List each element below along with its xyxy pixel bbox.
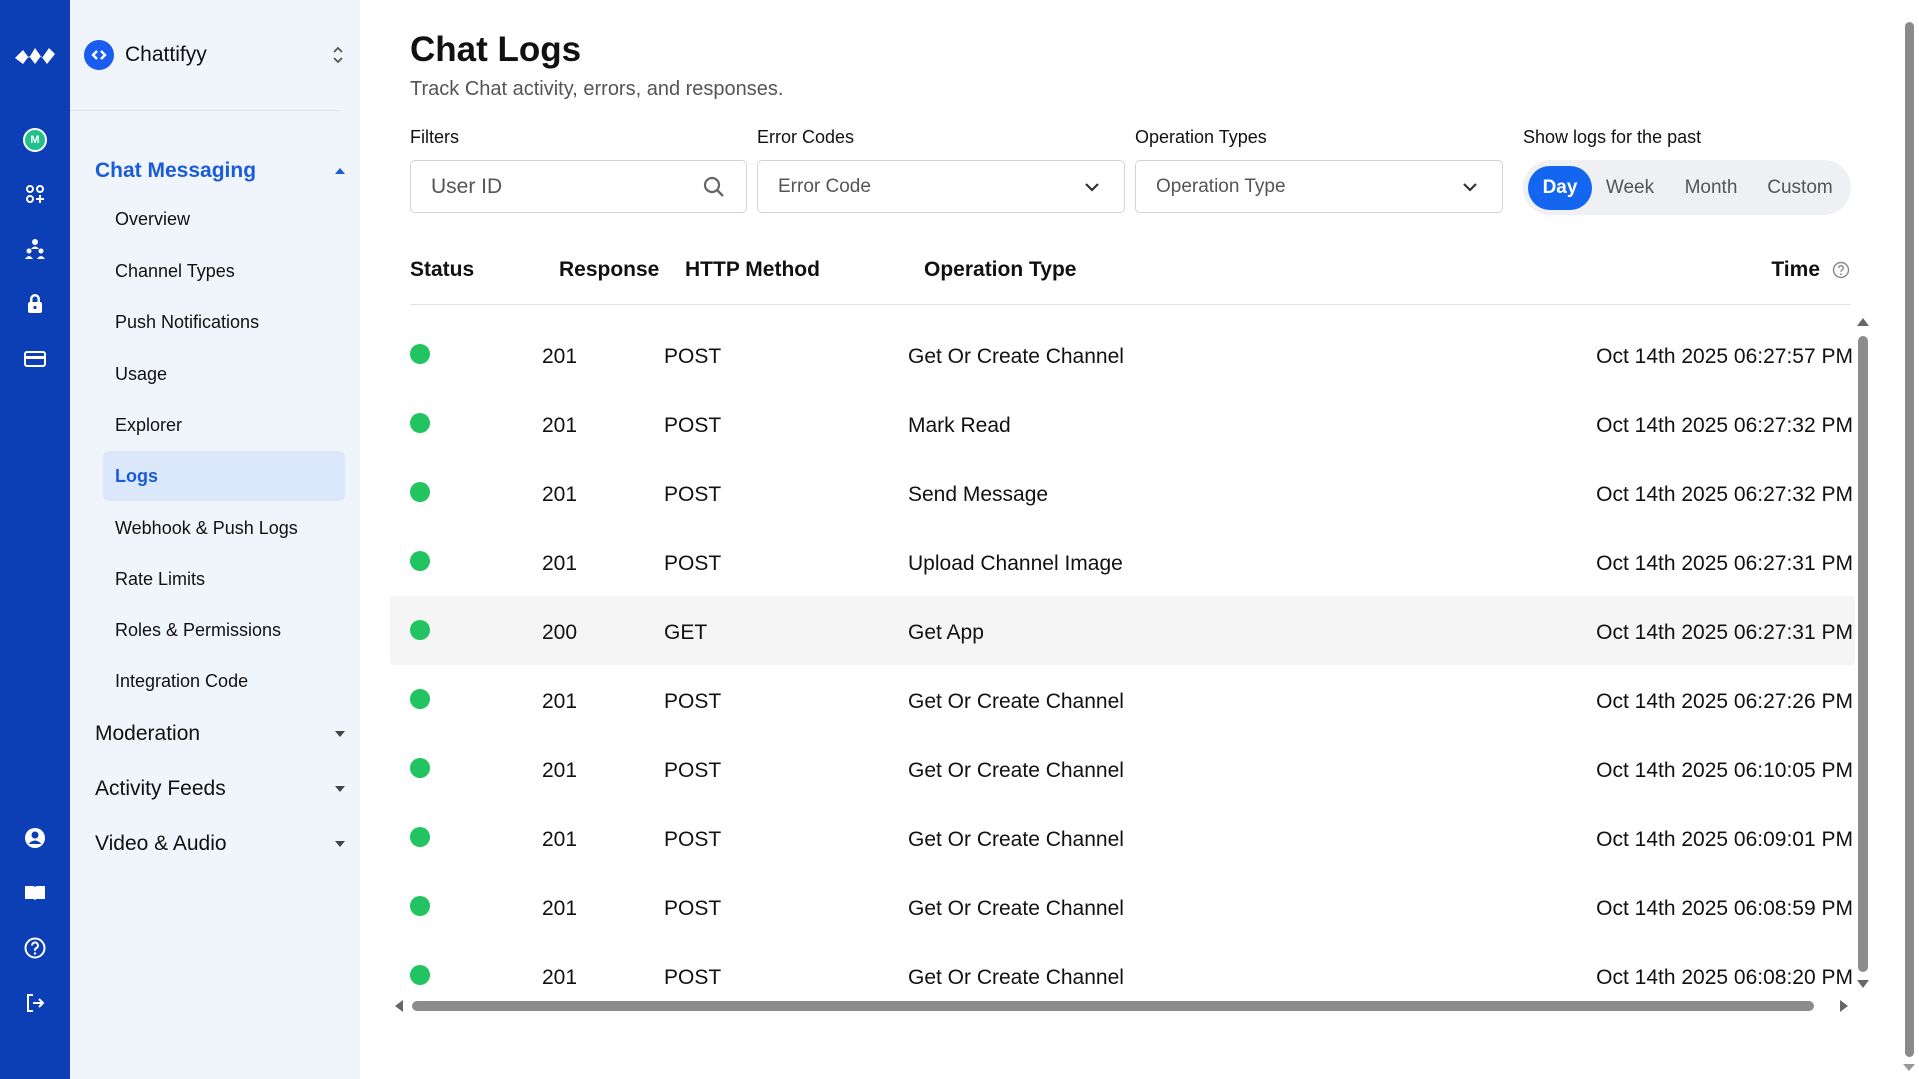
- app-switcher[interactable]: Chattifyy: [84, 36, 346, 74]
- status-success-dot: [410, 896, 430, 916]
- operation-types-label: Operation Types: [1135, 127, 1267, 147]
- table-horizontal-scrollbar[interactable]: [392, 998, 1872, 1014]
- table-vertical-scroll-thumb[interactable]: [1858, 336, 1868, 972]
- chevron-down-icon: [1463, 182, 1477, 192]
- period-day-button[interactable]: Day: [1528, 165, 1592, 210]
- search-icon[interactable]: [702, 175, 726, 199]
- table-row[interactable]: 201 POST Mark Read Oct 14th 2025 06:27:3…: [390, 389, 1855, 458]
- lock-icon[interactable]: [0, 287, 70, 321]
- sidebar-item-channel-types[interactable]: Channel Types: [103, 246, 345, 296]
- table-row[interactable]: 201 POST Get Or Create Channel Oct 14th …: [390, 734, 1855, 803]
- table-row[interactable]: 201 POST Get Or Create Channel Oct 14th …: [390, 803, 1855, 872]
- time-help-icon[interactable]: [1832, 261, 1850, 279]
- sidebar-item-logs[interactable]: Logs: [103, 451, 345, 501]
- sidebar-item-push-notifications[interactable]: Push Notifications: [103, 297, 345, 347]
- status-success-dot: [410, 758, 430, 778]
- page-scroll-thumb[interactable]: [1905, 22, 1914, 1057]
- error-codes-label: Error Codes: [757, 127, 855, 147]
- caret-down-icon: [335, 731, 345, 737]
- table-horizontal-scroll-thumb[interactable]: [412, 1001, 1814, 1011]
- status-success-dot: [410, 965, 430, 985]
- table-vertical-scrollbar[interactable]: [1855, 316, 1869, 996]
- help-icon[interactable]: [0, 931, 70, 965]
- status-success-dot: [410, 413, 430, 433]
- nav-group-video-audio[interactable]: Video & Audio: [95, 827, 345, 861]
- period-month-button[interactable]: Month: [1668, 166, 1754, 210]
- logout-icon[interactable]: [0, 986, 70, 1020]
- nav-group-activity-feeds[interactable]: Activity Feeds: [95, 772, 345, 806]
- table-row[interactable]: 201 POST Upload Channel Image Oct 14th 2…: [390, 527, 1855, 596]
- nav-group-moderation[interactable]: Moderation: [95, 717, 345, 751]
- sidebar: Chattifyy Chat Messaging Overview Channe…: [70, 0, 360, 1079]
- table-row[interactable]: 201 POST Get Or Create Channel Oct 14th …: [390, 941, 1855, 990]
- status-success-dot: [410, 344, 430, 364]
- table-row[interactable]: 201 POST Get Or Create Channel Oct 14th …: [390, 665, 1855, 734]
- header-response[interactable]: Response: [559, 258, 659, 282]
- header-time[interactable]: Time: [1771, 258, 1820, 282]
- table-row[interactable]: 201 POST Get Or Create Channel Oct 14th …: [390, 872, 1855, 941]
- caret-down-icon: [335, 786, 345, 792]
- period-toggle: Day Week Month Custom: [1523, 160, 1851, 215]
- status-success-dot: [410, 827, 430, 847]
- sidebar-item-explorer[interactable]: Explorer: [103, 400, 345, 450]
- code-brackets-icon: [84, 40, 114, 70]
- caret-down-icon: [335, 841, 345, 847]
- scroll-left-arrow-icon[interactable]: [395, 1000, 403, 1012]
- nav-group-chat-messaging[interactable]: Chat Messaging: [95, 154, 345, 188]
- sidebar-item-webhook-push-logs[interactable]: Webhook & Push Logs: [103, 503, 345, 553]
- header-http-method[interactable]: HTTP Method: [685, 258, 820, 282]
- chevron-down-icon: [1085, 182, 1099, 192]
- sidebar-item-rate-limits[interactable]: Rate Limits: [103, 554, 345, 604]
- period-label: Show logs for the past: [1523, 127, 1702, 147]
- table-header-divider: [410, 304, 1851, 305]
- page-scroll-down-arrow-icon[interactable]: [1903, 1064, 1915, 1071]
- scroll-down-arrow-icon[interactable]: [1857, 980, 1869, 988]
- sidebar-divider: [70, 110, 340, 111]
- brand-logo-icon[interactable]: [0, 39, 70, 73]
- sidebar-item-overview[interactable]: Overview: [103, 194, 345, 244]
- status-success-dot: [410, 689, 430, 709]
- app-name: Chattifyy: [125, 43, 207, 66]
- period-week-button[interactable]: Week: [1592, 166, 1668, 210]
- icon-rail: M: [0, 0, 70, 1079]
- status-success-dot: [410, 482, 430, 502]
- page-title: Chat Logs: [410, 30, 582, 69]
- scroll-right-arrow-icon[interactable]: [1840, 1000, 1848, 1012]
- filters-label: Filters: [410, 127, 459, 147]
- user-id-field[interactable]: [410, 160, 747, 213]
- org-avatar-icon[interactable]: M: [0, 123, 70, 157]
- sidebar-item-integration-code[interactable]: Integration Code: [103, 656, 345, 706]
- page-vertical-scrollbar[interactable]: [1903, 12, 1915, 1072]
- table-row[interactable]: 201 POST Get Or Create Channel Oct 14th …: [390, 320, 1855, 389]
- team-icon[interactable]: [0, 232, 70, 266]
- header-status[interactable]: Status: [410, 258, 474, 282]
- sidebar-item-roles-permissions[interactable]: Roles & Permissions: [103, 605, 345, 655]
- status-success-dot: [410, 620, 430, 640]
- error-code-select[interactable]: Error Code: [757, 160, 1125, 213]
- caret-up-icon: [335, 168, 345, 174]
- period-custom-button[interactable]: Custom: [1754, 166, 1846, 210]
- table-row-hovered[interactable]: 200 GET Get App Oct 14th 2025 06:27:31 P…: [390, 596, 1855, 665]
- page-subtitle: Track Chat activity, errors, and respons…: [410, 78, 784, 100]
- scroll-up-arrow-icon[interactable]: [1857, 318, 1869, 326]
- sidebar-item-usage[interactable]: Usage: [103, 349, 345, 399]
- apps-grid-icon[interactable]: [0, 177, 70, 211]
- table-row[interactable]: 201 POST Send Message Oct 14th 2025 06:2…: [390, 458, 1855, 527]
- user-id-input[interactable]: [431, 174, 702, 199]
- chevron-updown-icon: [333, 46, 343, 64]
- profile-icon[interactable]: [0, 821, 70, 855]
- operation-type-select[interactable]: Operation Type: [1135, 160, 1503, 213]
- billing-card-icon[interactable]: [0, 342, 70, 376]
- status-success-dot: [410, 551, 430, 571]
- docs-book-icon[interactable]: [0, 876, 70, 910]
- header-operation-type[interactable]: Operation Type: [924, 258, 1076, 282]
- log-table-body: 201 POST Get Or Create Channel Oct 14th …: [390, 320, 1855, 990]
